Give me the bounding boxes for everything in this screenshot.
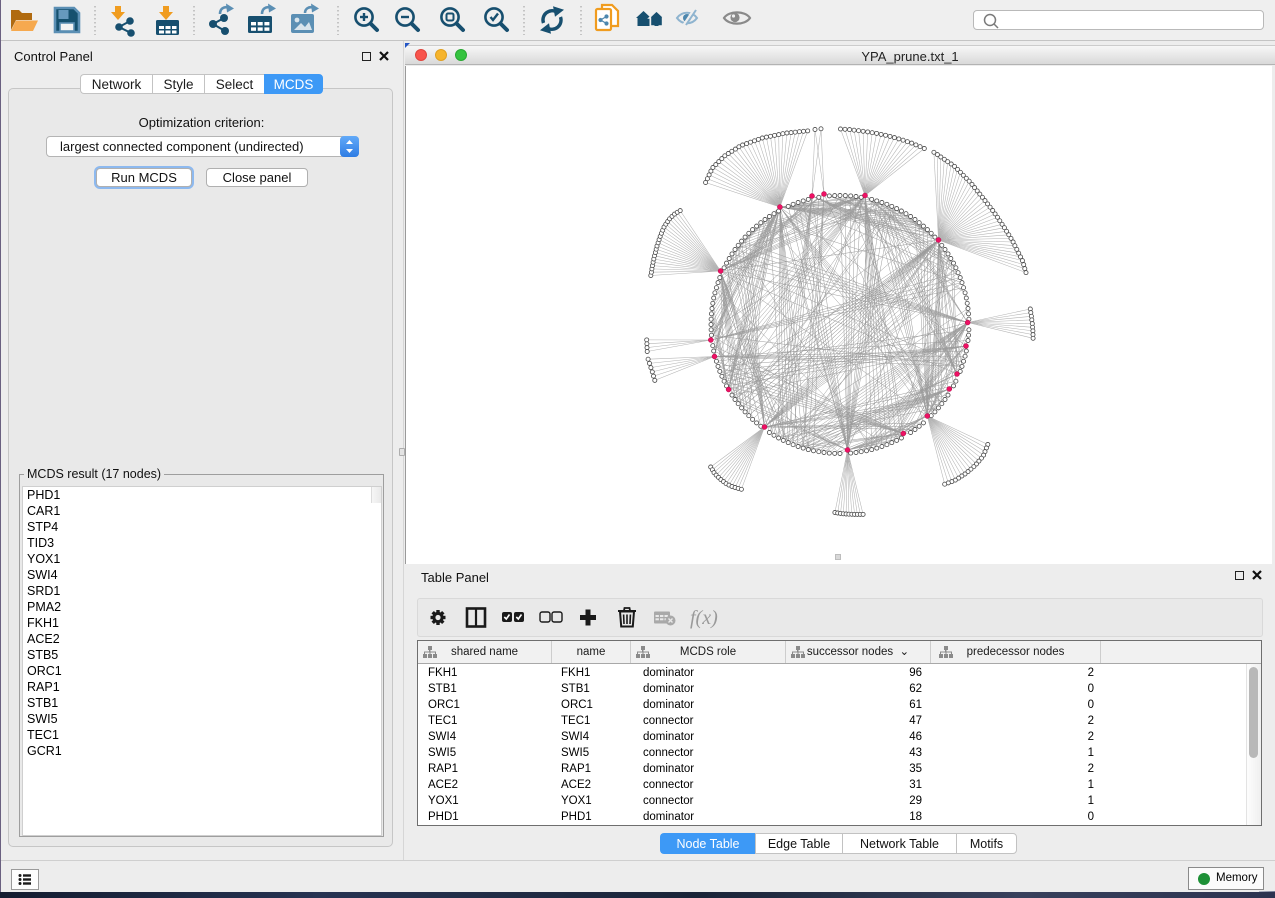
svg-text:f(x): f(x) <box>690 607 718 629</box>
